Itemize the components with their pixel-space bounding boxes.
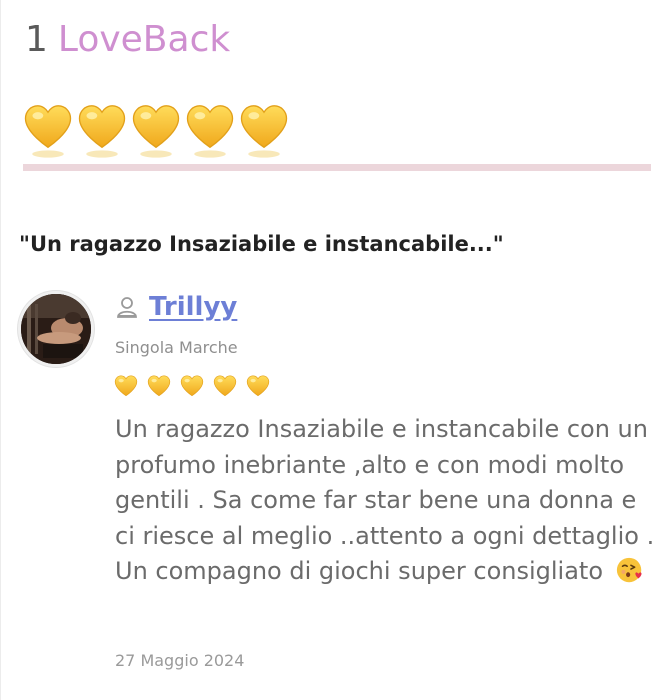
review-body-text: Un ragazzo Insaziabile e instancabile co… [115, 415, 655, 585]
author-username-link[interactable]: Trillyy [149, 292, 237, 322]
loveback-brand: LoveBack [57, 19, 231, 60]
review-rating-heart [113, 373, 139, 397]
avatar[interactable] [18, 291, 94, 367]
gold-heart-icon [180, 375, 204, 397]
gold-heart-icon [213, 375, 237, 397]
loveback-count: 1 LoveBack [25, 18, 230, 62]
overall-rating-heart [21, 100, 75, 158]
overall-rating-heart [237, 100, 291, 158]
overall-rating-heart [129, 100, 183, 158]
gold-heart-icon [24, 105, 72, 158]
review-rating-heart [245, 373, 271, 397]
review-rating-heart [212, 373, 238, 397]
review-rating-heart [179, 373, 205, 397]
gold-heart-icon [114, 375, 138, 397]
review-body: Un ragazzo Insaziabile e instancabile co… [115, 412, 655, 590]
review-date: 27 Maggio 2024 [115, 651, 245, 670]
face-blowing-kiss-emoji [616, 557, 642, 583]
review-rating-hearts [113, 373, 271, 397]
gold-heart-icon [147, 375, 171, 397]
user-silhouette-icon [117, 297, 137, 318]
review-rating-heart [146, 373, 172, 397]
section-divider [23, 164, 651, 171]
avatar-photo [21, 294, 91, 364]
review-author: Trillyy [115, 292, 237, 322]
overall-rating-hearts [21, 100, 291, 158]
gold-heart-icon [186, 105, 234, 158]
review-title: "Un ragazzo Insaziabile e instancabile..… [19, 232, 504, 256]
author-location: Singola Marche [115, 338, 238, 357]
gold-heart-icon [240, 105, 288, 158]
gold-heart-icon [78, 105, 126, 158]
overall-rating-heart [183, 100, 237, 158]
loveback-count-number: 1 [25, 19, 48, 60]
overall-rating-heart [75, 100, 129, 158]
review-page: 1 LoveBack "Un ragazzo Insaziabile e inst… [0, 0, 672, 700]
gold-heart-icon [132, 105, 180, 158]
gold-heart-icon [246, 375, 270, 397]
